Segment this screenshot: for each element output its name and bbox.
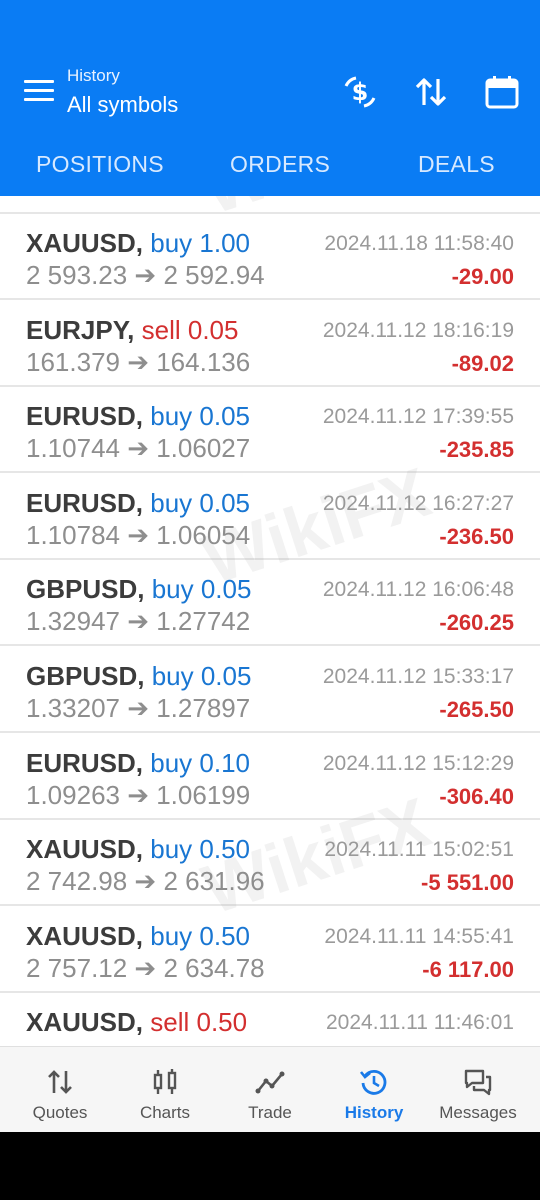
nav-history[interactable]: History xyxy=(320,1047,428,1132)
history-tabs: POSITIONS ORDERS DEALS xyxy=(0,134,540,196)
deal-volume: buy 0.50 xyxy=(150,920,250,951)
deal-symbol: XAUUSD, buy 0.50 xyxy=(26,921,250,952)
tab-deals[interactable]: DEALS xyxy=(418,151,495,178)
deal-profit: -235.85 xyxy=(439,437,514,463)
menu-icon[interactable] xyxy=(24,80,54,104)
history-icon xyxy=(359,1069,387,1095)
deal-symbol: XAUUSD, buy 0.50 xyxy=(26,834,250,865)
deal-time: 2024.11.18 11:58:40 xyxy=(324,232,514,255)
deal-volume: buy 0.05 xyxy=(150,487,250,518)
deal-row[interactable]: XAUUSD, buy 0.50 2 757.12 ➔ 2 634.78 2024.… xyxy=(0,907,540,993)
deal-time: 2024.11.12 16:06:48 xyxy=(322,578,514,602)
deal-symbol: GBPUSD, buy 0.05 xyxy=(26,661,251,692)
deal-profit: -29.00 xyxy=(451,264,514,289)
deal-row[interactable]: EURUSD, buy 0.10 1.09263 ➔ 1.06199 2024.11… xyxy=(0,734,540,820)
nav-label: Trade xyxy=(248,1103,292,1122)
bottom-navigation: Quotes Charts Trade History Messages xyxy=(0,1046,540,1132)
deal-prices: 161.379 ➔ 164.136 xyxy=(26,346,251,377)
deal-time: 2024.11.11 15:02:51 xyxy=(324,838,514,862)
deal-volume: buy 0.05 xyxy=(151,661,252,691)
deal-volume: buy 0.05 xyxy=(150,401,250,432)
deal-profit: -6 117.00 xyxy=(422,956,514,982)
deal-symbol: EURUSD, buy 0.05 xyxy=(26,488,250,519)
deal-prices: 2 742.98 ➔ 2 631.96 xyxy=(26,866,265,897)
deal-time: 2024.11.11 11:46:01 xyxy=(325,1011,514,1035)
deal-symbol: EURJPY, sell 0.05 xyxy=(26,315,238,346)
deal-volume: sell 0.50 xyxy=(150,1007,248,1038)
messages-icon xyxy=(464,1069,492,1096)
deals-list[interactable]: XAUUSD, buy 1.00 2 593.23 ➔ 2 592.94 2024.… xyxy=(0,196,540,1046)
header-subtitle: History xyxy=(67,66,120,85)
deal-profit: -5 551.00 xyxy=(421,870,514,896)
deal-time: 2024.11.12 18:16:19 xyxy=(322,318,514,342)
deal-row[interactable]: XAUUSD, buy 1.00 2 593.23 ➔ 2 592.94 2024.… xyxy=(0,214,540,300)
symbol-name: EURUSD, xyxy=(26,401,144,432)
currency-swap-icon[interactable]: $ xyxy=(340,72,380,112)
top-app-bar: History All symbols $ POSITIONS ORDERS D… xyxy=(0,0,540,196)
deal-row[interactable]: EURJPY, sell 0.05 161.379 ➔ 164.136 2024.1… xyxy=(0,301,540,387)
deal-prices: 1.10744 ➔ 1.06027 xyxy=(26,433,251,464)
nav-trade[interactable]: Trade xyxy=(216,1047,324,1132)
deal-row[interactable]: EURUSD, buy 0.05 1.10784 ➔ 1.06054 2024.11… xyxy=(0,474,540,560)
nav-messages[interactable]: Messages xyxy=(424,1047,532,1132)
deal-profit: -260.25 xyxy=(439,610,514,636)
symbol-name: EURJPY, xyxy=(26,314,135,345)
deal-volume: buy 0.05 xyxy=(151,574,252,605)
deal-time: 2024.11.12 15:33:17 xyxy=(322,665,514,688)
calendar-icon[interactable] xyxy=(482,72,522,112)
deal-row[interactable]: GBPUSD, buy 0.05 1.32947 ➔ 1.27742 2024.11… xyxy=(0,560,540,647)
app-screen: History All symbols $ POSITIONS ORDERS D… xyxy=(0,0,540,1132)
sort-icon[interactable] xyxy=(411,72,451,112)
deal-prices: 2 593.23 ➔ 2 592.94 xyxy=(26,260,265,290)
deal-time: 2024.11.12 16:27:27 xyxy=(322,491,514,515)
deal-profit: -236.50 xyxy=(439,523,514,549)
nav-charts[interactable]: Charts xyxy=(111,1047,219,1132)
deal-prices: 1.33207 ➔ 1.27897 xyxy=(26,693,251,723)
deal-symbol: GBPUSD, buy 0.05 xyxy=(26,574,251,605)
tab-orders[interactable]: ORDERS xyxy=(230,151,330,178)
deal-time: 2024.11.11 14:55:41 xyxy=(324,924,514,948)
symbol-name: XAUUSD, xyxy=(26,228,144,258)
deal-time: 2024.11.12 17:39:55 xyxy=(322,405,514,429)
deal-profit: -89.02 xyxy=(451,350,514,376)
symbol-filter-title[interactable]: All symbols xyxy=(67,92,178,118)
deal-time: 2024.11.12 15:12:29 xyxy=(322,751,514,775)
deal-row[interactable]: GBPUSD, buy 0.05 1.33207 ➔ 1.27897 2024.11… xyxy=(0,647,540,733)
nav-label: Quotes xyxy=(32,1103,88,1122)
svg-text:$: $ xyxy=(352,78,369,106)
nav-quotes[interactable]: Quotes xyxy=(6,1047,114,1132)
deal-profit: -265.50 xyxy=(439,697,514,722)
symbol-name: EURUSD, xyxy=(26,487,144,518)
deal-prices: 1.10784 ➔ 1.06054 xyxy=(26,519,251,550)
deal-row[interactable]: XAUUSD, sell 0.50 2024.11.11 11:46:01 xyxy=(0,993,540,1046)
tab-positions[interactable]: POSITIONS xyxy=(36,151,164,178)
deal-volume: buy 1.00 xyxy=(150,228,250,258)
charts-icon xyxy=(153,1069,177,1094)
deal-prices: 1.09263 ➔ 1.06199 xyxy=(26,779,251,810)
deal-row[interactable]: EURUSD, buy 0.05 1.10744 ➔ 1.06027 2024.11… xyxy=(0,387,540,474)
deal-volume: sell 0.05 xyxy=(141,314,239,345)
symbol-name: GBPUSD, xyxy=(26,574,145,605)
symbol-name: XAUUSD, xyxy=(26,1007,144,1038)
deal-row[interactable]: XAUUSD, buy 0.50 2 742.98 ➔ 2 631.96 2024.… xyxy=(0,820,540,907)
trade-icon xyxy=(255,1071,285,1094)
deal-volume: buy 0.50 xyxy=(150,834,250,865)
nav-label: Charts xyxy=(139,1103,191,1122)
quotes-icon xyxy=(48,1070,72,1094)
deal-symbol: XAUUSD, buy 1.00 xyxy=(26,228,250,259)
deal-symbol: EURUSD, buy 0.10 xyxy=(26,748,250,779)
deal-prices: 1.32947 ➔ 1.27742 xyxy=(26,606,251,637)
deal-symbol: EURUSD, buy 0.05 xyxy=(26,401,250,432)
nav-label: History xyxy=(344,1103,404,1122)
deal-profit: -306.40 xyxy=(439,783,514,809)
nav-label: Messages xyxy=(439,1103,517,1122)
deal-volume: buy 0.10 xyxy=(150,747,250,778)
deal-prices: 2 757.12 ➔ 2 634.78 xyxy=(26,952,265,983)
deal-symbol: XAUUSD, sell 0.50 xyxy=(26,1007,247,1038)
symbol-name: GBPUSD, xyxy=(26,661,145,691)
symbol-name: EURUSD, xyxy=(26,747,144,778)
symbol-name: XAUUSD, xyxy=(26,920,144,951)
symbol-name: XAUUSD, xyxy=(26,834,144,865)
